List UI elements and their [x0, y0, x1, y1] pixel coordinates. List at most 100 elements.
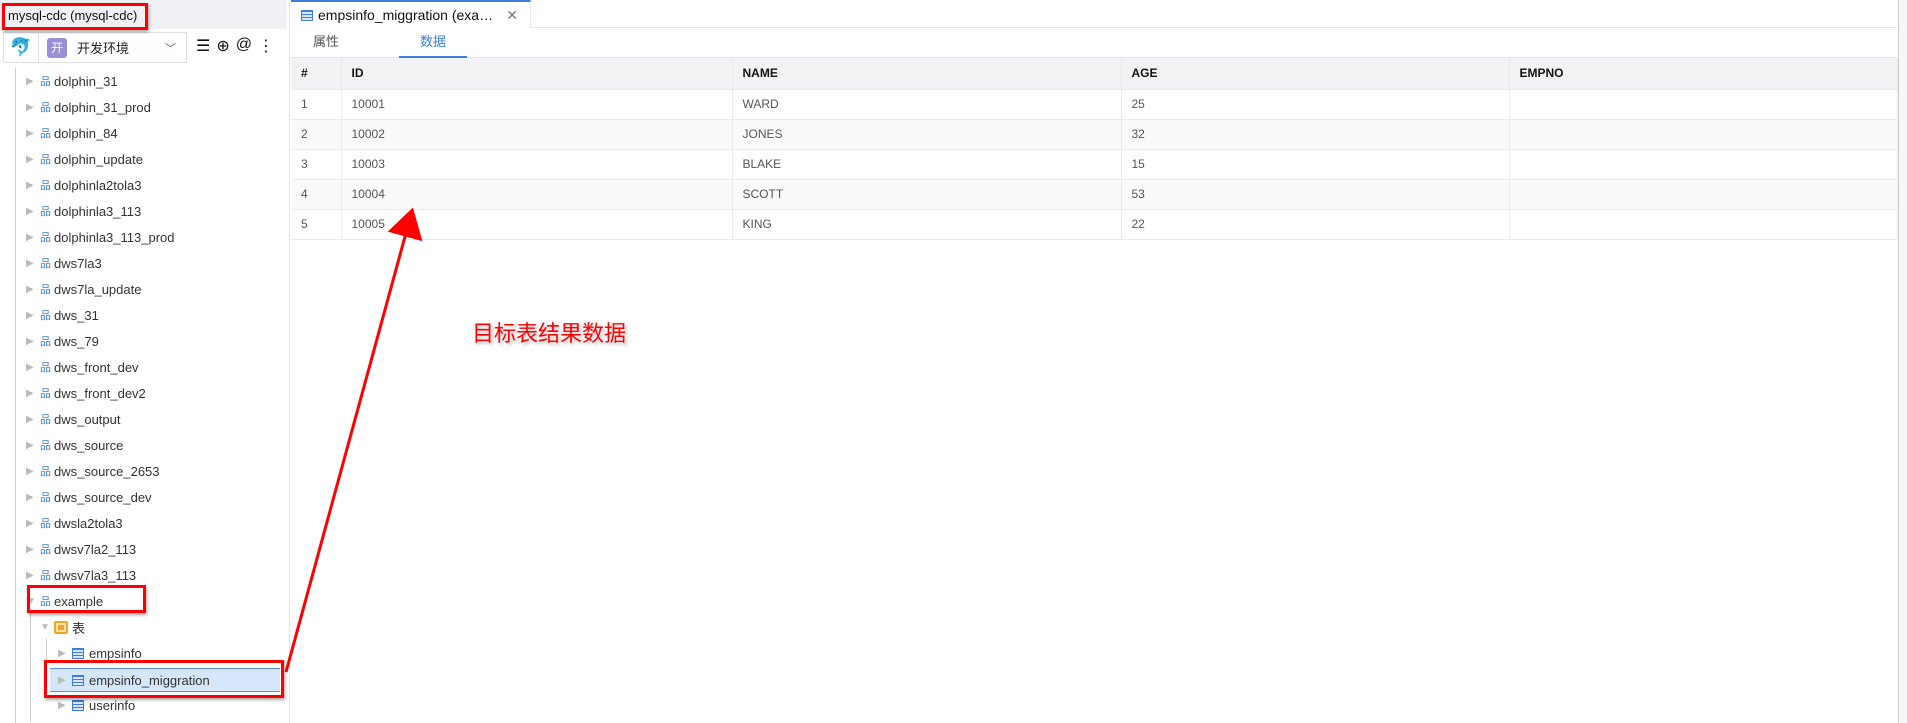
tree-database[interactable]: ▶ 品 dolphin_84: [26, 122, 118, 144]
tree-table[interactable]: ▶ userinfo: [58, 694, 135, 716]
column-header[interactable]: #: [291, 58, 342, 90]
expand-arrow-icon[interactable]: ▶: [26, 466, 40, 477]
table-cell[interactable]: [1509, 89, 1898, 120]
table-cell[interactable]: [1509, 119, 1898, 150]
environment-selector[interactable]: 🐬 开 开发环境 ﹀: [3, 32, 187, 63]
expand-arrow-icon[interactable]: ▶: [26, 336, 40, 347]
expand-arrow-icon[interactable]: ▶: [26, 362, 40, 373]
table-cell[interactable]: [1509, 179, 1898, 210]
expand-arrow-icon[interactable]: ▶: [26, 518, 40, 529]
locate-icon[interactable]: ⊕: [216, 36, 229, 56]
table-cell[interactable]: 3: [291, 149, 342, 180]
table-cell[interactable]: SCOTT: [732, 179, 1122, 210]
tab-properties[interactable]: 属性: [291, 28, 361, 58]
column-header[interactable]: NAME: [732, 58, 1122, 90]
tree-database[interactable]: ▶ 品 dolphinla2tola3: [26, 174, 141, 196]
table-cell[interactable]: 1: [291, 89, 342, 120]
table-cell[interactable]: BLAKE: [732, 149, 1122, 180]
column-header[interactable]: AGE: [1121, 58, 1510, 90]
tree-database[interactable]: ▶ 品 dws_79: [26, 330, 99, 352]
sort-list-icon[interactable]: ☰: [196, 36, 210, 56]
expand-arrow-icon[interactable]: ▶: [26, 128, 40, 139]
table-cell[interactable]: 10002: [341, 119, 733, 150]
tree-database[interactable]: ▶ 品 dolphin_update: [26, 148, 143, 170]
table-cell[interactable]: 4: [291, 179, 342, 210]
table-cell[interactable]: 2: [291, 119, 342, 150]
table-cell[interactable]: 15: [1121, 149, 1510, 180]
expand-arrow-icon[interactable]: ▶: [26, 570, 40, 581]
expand-arrow-icon[interactable]: ▶: [26, 102, 40, 113]
table-cell[interactable]: JONES: [732, 119, 1122, 150]
more-icon[interactable]: ⋮: [258, 36, 274, 56]
database-name: dwsv7la2_113: [54, 541, 137, 557]
expand-arrow-icon[interactable]: ▶: [26, 544, 40, 555]
table-cell[interactable]: KING: [732, 209, 1122, 240]
expand-arrow-icon[interactable]: ▶: [26, 284, 40, 295]
table-cell[interactable]: 10004: [341, 179, 733, 210]
tree-database[interactable]: ▶ 品 dws_31: [26, 304, 99, 326]
tree-table[interactable]: ▶ empsinfo: [58, 642, 142, 664]
expand-arrow-icon[interactable]: ▶: [26, 492, 40, 503]
tree-database[interactable]: ▶ 品 dolphinla3_113_prod: [26, 226, 174, 248]
expand-arrow-icon[interactable]: ▶: [26, 76, 40, 87]
column-header[interactable]: EMPNO: [1509, 58, 1898, 90]
column-header[interactable]: ID: [341, 58, 733, 90]
expand-arrow-icon[interactable]: ▶: [26, 180, 40, 191]
tree-database[interactable]: ▶ 品 dws7la_update: [26, 278, 141, 300]
close-icon[interactable]: ✕: [506, 7, 518, 24]
tree-database[interactable]: ▶ 品 dwsv7la3_113: [26, 564, 136, 586]
tree-database[interactable]: ▶ 品 dolphin_31_prod: [26, 96, 151, 118]
tree-database[interactable]: ▶ 品 dws_source_dev: [26, 486, 152, 508]
tree-database[interactable]: ▶ 品 dolphinla3_113: [26, 200, 141, 222]
table-row[interactable]: 4 10004 SCOTT 53: [291, 179, 1898, 210]
tab-empsinfo-miggration[interactable]: empsinfo_miggration (exa… ✕: [291, 0, 531, 28]
tab-data[interactable]: 数据: [399, 28, 467, 58]
tree-database[interactable]: ▶ 品 dwsv7la2_113: [26, 538, 136, 560]
tree-folder-tables[interactable]: ▼ 表: [40, 616, 85, 638]
tree-database[interactable]: ▶ 品 dws7la3: [26, 252, 102, 274]
tree-database[interactable]: ▶ 品 dws_front_dev: [26, 356, 139, 378]
expand-arrow-icon[interactable]: ▶: [58, 648, 72, 659]
expand-arrow-icon[interactable]: ▶: [26, 154, 40, 165]
table-cell[interactable]: [1509, 209, 1898, 240]
table-cell[interactable]: WARD: [732, 89, 1122, 120]
tree-database[interactable]: ▶ 品 dolphin_31: [26, 70, 118, 92]
tree-database[interactable]: ▶ 品 dws_output: [26, 408, 121, 430]
tree-table[interactable]: ▶ empsinfo_miggration: [50, 668, 280, 692]
tree-database[interactable]: ▶ 品 dws_source_2653: [26, 460, 160, 482]
collapse-arrow-icon[interactable]: ▼: [26, 596, 40, 607]
table-cell[interactable]: 10005: [341, 209, 733, 240]
expand-arrow-icon[interactable]: ▶: [26, 388, 40, 399]
tree-database[interactable]: ▶ 品 dwsla2tola3: [26, 512, 123, 534]
chevron-down-icon[interactable]: ﹀: [165, 40, 176, 56]
tree-database[interactable]: ▶ 品 dws_front_dev2: [26, 382, 146, 404]
expand-arrow-icon[interactable]: ▶: [26, 414, 40, 425]
table-row[interactable]: 5 10005 KING 22: [291, 209, 1898, 240]
tree-database-example[interactable]: ▼ 品 example: [26, 590, 103, 612]
table-cell[interactable]: [1509, 149, 1898, 180]
link-icon[interactable]: @: [236, 36, 252, 56]
expand-arrow-icon[interactable]: ▶: [58, 675, 72, 686]
table-cell[interactable]: 32: [1121, 119, 1510, 150]
table-cell[interactable]: 10001: [341, 89, 733, 120]
database-name: dolphinla3_113: [54, 203, 142, 219]
table-cell[interactable]: 5: [291, 209, 342, 240]
expand-arrow-icon[interactable]: ▶: [58, 700, 72, 711]
expand-arrow-icon[interactable]: ▶: [26, 206, 40, 217]
database-name: dws_front_dev2: [54, 385, 146, 401]
expand-arrow-icon[interactable]: ▶: [26, 310, 40, 321]
table-cell[interactable]: 25: [1121, 89, 1510, 120]
table-row[interactable]: 3 10003 BLAKE 15: [291, 149, 1898, 180]
database-name: dws_79: [54, 333, 99, 349]
expand-arrow-icon[interactable]: ▶: [26, 258, 40, 269]
expand-arrow-icon[interactable]: ▶: [26, 440, 40, 451]
expand-arrow-icon[interactable]: ▶: [26, 232, 40, 243]
table-row[interactable]: 1 10001 WARD 25: [291, 89, 1898, 120]
table-row[interactable]: 2 10002 JONES 32: [291, 119, 1898, 150]
tree-database[interactable]: ▶ 品 dws_source: [26, 434, 123, 456]
table-cell[interactable]: 53: [1121, 179, 1510, 210]
collapse-arrow-icon[interactable]: ▼: [40, 622, 54, 633]
table-cell[interactable]: 22: [1121, 209, 1510, 240]
table-cell[interactable]: 10003: [341, 149, 733, 180]
env-badge: 开: [47, 37, 67, 58]
